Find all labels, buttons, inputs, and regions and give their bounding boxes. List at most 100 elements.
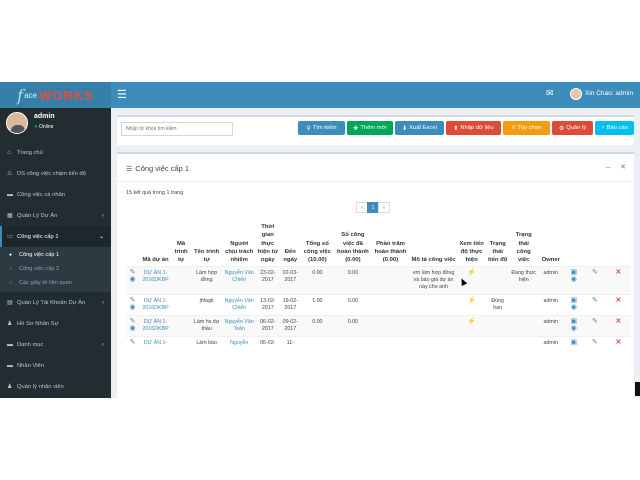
col-project[interactable]: Mã dự án (139, 222, 172, 267)
tasks-table: Mã dự án Mã trình tự Tên trình tự Người … (126, 222, 631, 350)
edit-icon[interactable]: ✎ (585, 339, 605, 347)
edit-icon[interactable]: ✎ (585, 297, 605, 305)
search-button[interactable]: ⚲ Tìm kiếm (298, 121, 345, 135)
import-data-label: Nhập dữ liệu (460, 125, 494, 131)
id-card-icon: ▤ (7, 300, 13, 306)
col-owner[interactable]: Owner (538, 222, 564, 267)
edit-cell: ✎ (583, 335, 606, 350)
project-link[interactable]: DỰ ÁN 1- (144, 340, 167, 346)
home-icon: ⌂ (7, 149, 11, 156)
user-avatar-small[interactable] (570, 88, 582, 100)
owner-cell: admin (537, 266, 564, 295)
export-excel-button[interactable]: ⬇ Xuất Excel (395, 121, 444, 135)
user-greeting[interactable]: Xin Chào: admin (585, 90, 633, 97)
col-to[interactable]: Đến ngày (280, 222, 300, 267)
col-person[interactable]: Người chịu trách nhiệm (223, 222, 255, 267)
person-link[interactable]: Nguyễn Văn Toản (225, 319, 254, 332)
delete-icon[interactable]: ✕ (607, 318, 630, 326)
project-link[interactable]: DỰ ÁN 1-2016DKBP (142, 270, 168, 283)
order-cell (172, 335, 191, 350)
app-logo[interactable]: f ace WORKS (0, 82, 111, 108)
collapse-icon[interactable]: – (606, 164, 610, 171)
pager-next[interactable]: » (378, 202, 390, 213)
sidebar-item-categories[interactable]: ▬ Danh mục ‹ (0, 334, 111, 355)
col-total[interactable]: Tổng số công việc (10.00) (300, 222, 334, 267)
report-button[interactable]: ◔ Báo cáo (595, 121, 634, 135)
col-name[interactable]: Tên trình tự (190, 222, 223, 267)
sidebar-item-late-tasks[interactable]: ⚠ DS công việc chậm tiến độ (0, 163, 111, 184)
import-data-button[interactable]: ⬆ Nhập dữ liệu (446, 121, 501, 135)
sidebar-subitem-documents[interactable]: ○ Các giấy tờ liên quan (0, 276, 111, 290)
panel-title-text: Công việc cấp 1 (135, 164, 190, 173)
col-progress[interactable]: Xem tiến độ thực hiện (458, 222, 486, 267)
bolt-icon[interactable]: ⚡ (468, 318, 476, 325)
image-icon[interactable]: ▣ (565, 339, 583, 347)
col-work-state[interactable]: Trạng thái công việc (510, 222, 538, 267)
bolt-icon[interactable]: ⚡ (468, 269, 476, 277)
col-done[interactable]: Số công việc đã hoàn thành (0.00) (334, 222, 371, 267)
table-row: ✎ ◉ DỰ ÁN 1-2016DKBP jhfagk Nguyễn Văn Ch… (126, 294, 631, 316)
sidebar-subitem-label: Công việc cấp 1 (19, 252, 60, 258)
view-icon[interactable]: ◉ (127, 325, 138, 333)
sidebar-item-personal-tasks[interactable]: ▬ Công việc cá nhân (0, 184, 111, 205)
view-icon[interactable]: ◉ (565, 304, 583, 312)
list-icon: ☰ (126, 166, 133, 173)
done-cell (334, 335, 372, 350)
project-link[interactable]: DỰ ÁN 1-2016DKBP (142, 298, 168, 311)
edit-icon[interactable]: ✎ (127, 339, 138, 347)
view-icon[interactable]: ◉ (565, 325, 583, 333)
person-link[interactable]: Nguyễn Văn Chiến (225, 270, 254, 283)
sidebar-item-label: Quản Lý Tài Khoản Dự Án (17, 299, 86, 306)
edit-icon[interactable]: ✎ (585, 270, 605, 277)
manage-button[interactable]: ⚙ Quản lý (552, 121, 593, 135)
sidebar-item-home[interactable]: ⌂ Trang chủ (0, 142, 111, 163)
sidebar-subitem-level1[interactable]: ● Công việc cấp 1 (0, 248, 111, 262)
person-link[interactable]: Nguyễn (230, 340, 248, 346)
view-icon[interactable]: ◉ (127, 304, 138, 312)
col-percent[interactable]: Phần trăm hoàn thành (0.00) (371, 222, 409, 267)
project-link[interactable]: DỰ ÁN 1-2016DKBP (142, 319, 168, 332)
sidebar-item-employees[interactable]: ▬ Nhân Viên (0, 355, 111, 376)
work-state-cell: Đang thực hiện (509, 266, 538, 295)
circle-outline-icon: ○ (9, 266, 13, 272)
sidebar-item-projects[interactable]: ▦ Quản Lý Dự Án ‹ (0, 205, 111, 226)
delete-icon[interactable]: ✕ (607, 339, 630, 347)
view-icon[interactable]: ◉ (565, 276, 583, 284)
sidebar-item-level1-tasks[interactable]: ▭ Công việc cấp 1 ⌄ (0, 226, 111, 247)
col-state[interactable]: Trạng thái tiến độ (486, 222, 510, 267)
options-button[interactable]: ≡ Tùy chọn (503, 121, 550, 135)
sidebar-subitem-level2[interactable]: ○ Công việc cấp 2 (0, 262, 111, 276)
add-button[interactable]: ✚ Thêm mới (347, 121, 393, 135)
toolbar: ⚲Tìm kiếm ✚Thêm mới ⬇Xuất Excel ⬆Nhập dữ… (117, 115, 634, 145)
col-order[interactable]: Mã trình tự (172, 222, 190, 267)
delete-icon[interactable]: ✕ (607, 270, 630, 277)
col-edit (584, 222, 606, 267)
list-icon: ≡ (511, 125, 516, 131)
user-icon: ♟ (7, 321, 13, 327)
sidebar-item-employee-management[interactable]: ♟ Quản lý nhân viên (0, 376, 111, 397)
delete-icon[interactable]: ✕ (607, 297, 630, 305)
col-desc[interactable]: Mô tả công việc (410, 222, 458, 267)
app-window: f ace WORKS ☰ ✉ Xin Chào: admin admin ● On… (0, 82, 640, 398)
view-icon[interactable]: ◉ (127, 276, 138, 284)
close-icon[interactable]: ✕ (620, 164, 626, 171)
scroll-handle[interactable] (635, 382, 640, 396)
options-label: Tùy chọn (517, 125, 542, 131)
to-cell: 19-02-2017 (280, 294, 301, 316)
user-status: ● Online (34, 124, 53, 130)
sidebar-item-project-accounts[interactable]: ▤ Quản Lý Tài Khoản Dự Án ‹ (0, 292, 111, 313)
work-state-cell (509, 315, 538, 337)
hamburger-icon[interactable]: ☰ (117, 88, 127, 101)
bolt-icon[interactable]: ⚡ (468, 297, 476, 304)
person-link[interactable]: Nguyễn Văn Chiến (225, 298, 254, 311)
sidebar-item-hr-profiles[interactable]: ♟ Hồ Sơ Nhân Sự (0, 313, 111, 334)
total-cell: 1.00 (300, 294, 335, 316)
edit-icon[interactable]: ✎ (585, 318, 605, 326)
col-from[interactable]: Thời gian thực hiện từ ngày (255, 222, 280, 267)
logo-works: WORKS (38, 87, 94, 103)
search-input[interactable] (121, 122, 233, 136)
state-cell (485, 315, 510, 337)
notification-icon[interactable]: ✉ (546, 88, 554, 99)
person-cell: Nguyễn (223, 335, 256, 350)
folder-icon: ▬ (7, 341, 13, 348)
